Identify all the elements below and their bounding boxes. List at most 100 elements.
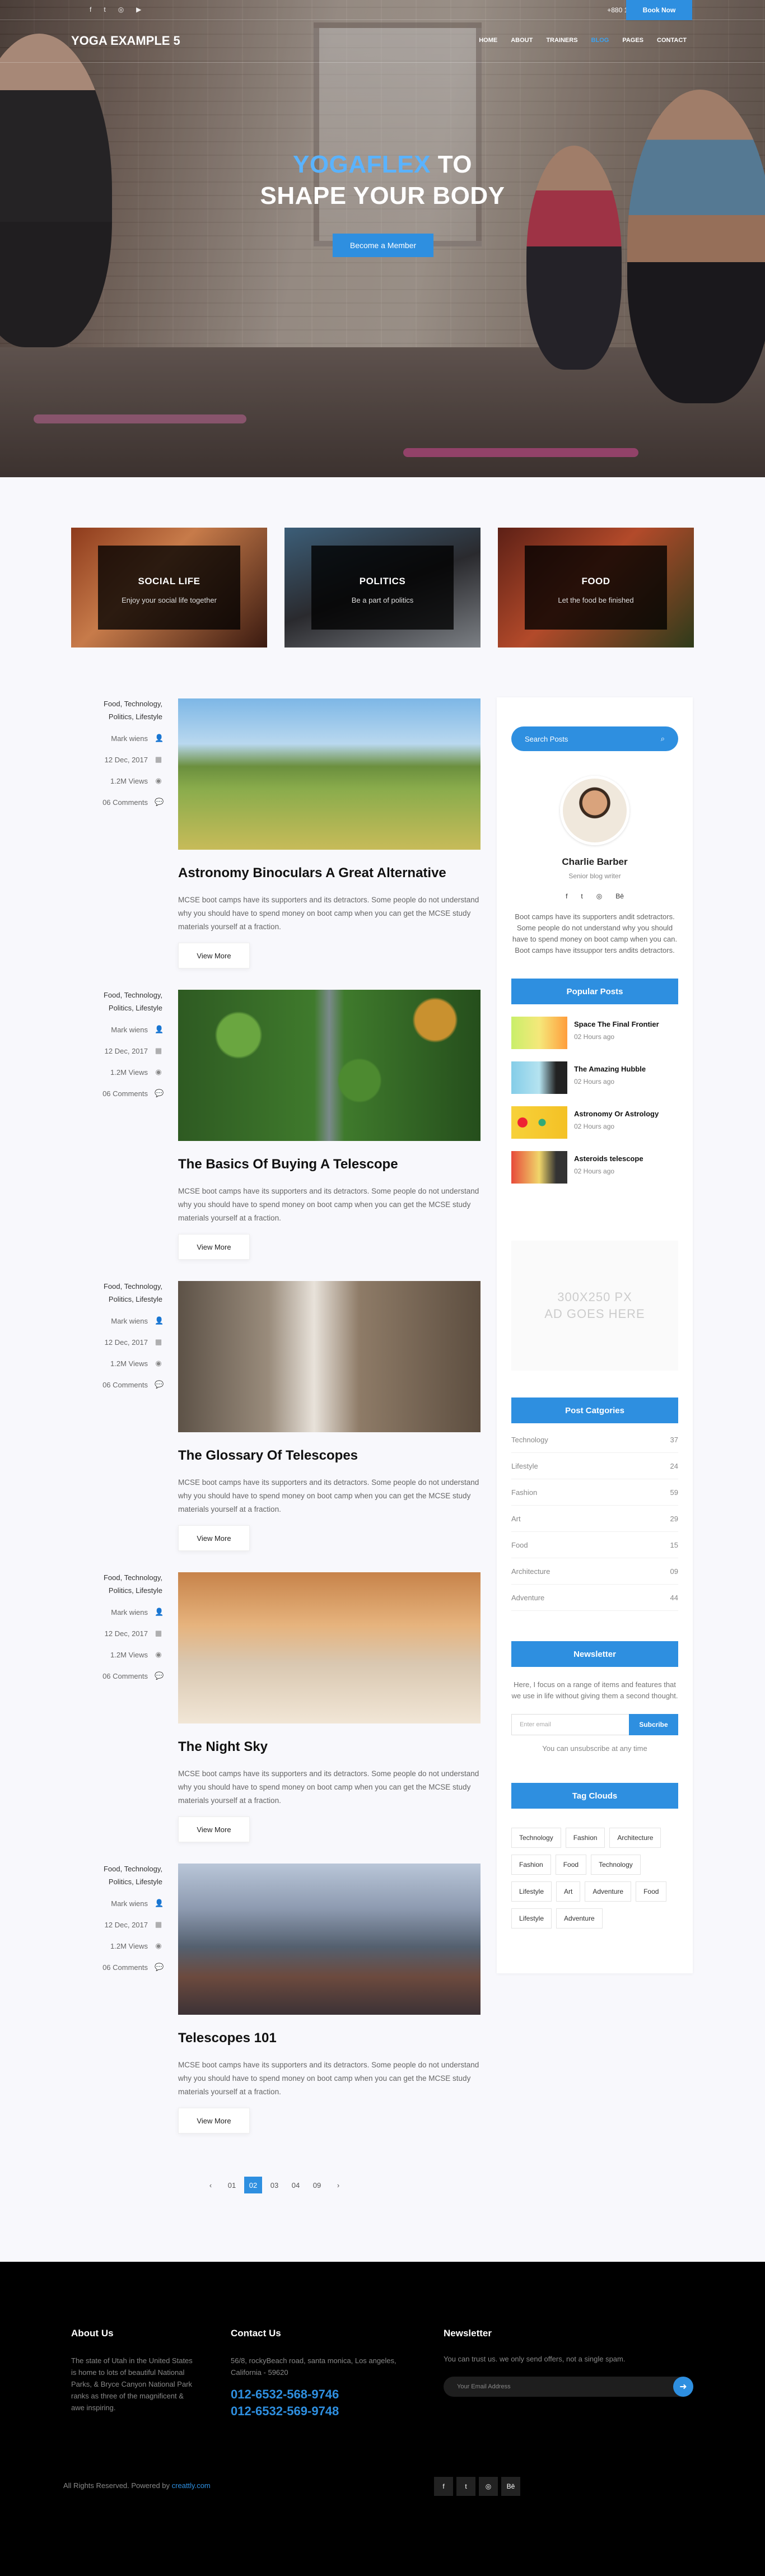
- popular-post-thumb[interactable]: [511, 1106, 567, 1139]
- post-title[interactable]: The Basics Of Buying A Telescope: [178, 1157, 398, 1172]
- pagination-page-active[interactable]: 02: [244, 2177, 262, 2193]
- post-image[interactable]: [178, 990, 481, 1141]
- view-more-button[interactable]: View More: [178, 943, 250, 968]
- post-title[interactable]: Telescopes 101: [178, 2030, 277, 2046]
- arrow-right-icon[interactable]: ➜: [673, 2377, 693, 2397]
- nav-trainers[interactable]: TRAINERS: [539, 37, 584, 44]
- facebook-icon[interactable]: f: [566, 892, 567, 900]
- category-card-social-life[interactable]: SOCIAL LIFE Enjoy your social life toget…: [71, 528, 267, 648]
- popular-post-title[interactable]: Asteroids telescope: [574, 1154, 643, 1163]
- nav-contact[interactable]: CONTACT: [650, 37, 693, 44]
- post-tags[interactable]: Food, Technology, Politics, Lifestyle: [95, 1862, 162, 1888]
- post-tags[interactable]: Food, Technology, Politics, Lifestyle: [95, 989, 162, 1014]
- post-comments[interactable]: 06 Comments: [102, 1672, 148, 1680]
- tag[interactable]: Fashion: [511, 1855, 551, 1875]
- view-more-button[interactable]: View More: [178, 1525, 250, 1551]
- twitter-icon[interactable]: t: [104, 6, 105, 13]
- post-image[interactable]: [178, 1281, 481, 1432]
- pagination-prev-icon[interactable]: ‹: [202, 2177, 220, 2193]
- copyright-brand-link[interactable]: creattly.com: [172, 2481, 211, 2490]
- instagram-icon[interactable]: ◎: [118, 6, 124, 13]
- pagination-page[interactable]: 03: [265, 2177, 283, 2193]
- popular-post-thumb[interactable]: [511, 1151, 567, 1184]
- nav-pages[interactable]: PAGES: [615, 37, 650, 44]
- behance-icon[interactable]: Bē: [501, 2477, 520, 2496]
- category-link[interactable]: Food 15: [511, 1532, 678, 1558]
- dribbble-icon[interactable]: ◎: [479, 2477, 498, 2496]
- popular-post-title[interactable]: Space The Final Frontier: [574, 1020, 659, 1028]
- tag[interactable]: Art: [556, 1881, 581, 1902]
- vimeo-icon[interactable]: ▶: [136, 6, 141, 13]
- post-image[interactable]: [178, 1864, 481, 2015]
- ad-placeholder[interactable]: 300X250 PX AD GOES HERE: [511, 1241, 678, 1371]
- book-now-button[interactable]: Book Now: [626, 0, 692, 20]
- twitter-icon[interactable]: t: [581, 892, 582, 900]
- post-author[interactable]: Mark wiens: [111, 1317, 148, 1325]
- popular-post-item[interactable]: Space The Final Frontier 02 Hours ago: [511, 1017, 678, 1049]
- tag[interactable]: Food: [636, 1881, 667, 1902]
- search-input[interactable]: Search Posts ⌕: [511, 726, 678, 751]
- tag[interactable]: Technology: [511, 1828, 561, 1848]
- footer-phone[interactable]: 012-6532-568-9746: [231, 2386, 416, 2403]
- post-author[interactable]: Mark wiens: [111, 1608, 148, 1617]
- post-author[interactable]: Mark wiens: [111, 1026, 148, 1034]
- nav-home[interactable]: HOME: [472, 37, 504, 44]
- tag[interactable]: Lifestyle: [511, 1908, 552, 1928]
- post-author[interactable]: Mark wiens: [111, 1899, 148, 1908]
- pagination-page[interactable]: 09: [308, 2177, 326, 2193]
- post-title[interactable]: Astronomy Binoculars A Great Alternative: [178, 865, 446, 881]
- category-link[interactable]: Fashion 59: [511, 1479, 678, 1506]
- post-title[interactable]: The Glossary Of Telescopes: [178, 1448, 358, 1464]
- category-link[interactable]: Technology 37: [511, 1427, 678, 1453]
- search-icon[interactable]: ⌕: [661, 734, 665, 743]
- pagination-page[interactable]: 04: [287, 2177, 305, 2193]
- nav-blog[interactable]: BLOG: [585, 37, 616, 44]
- popular-post-item[interactable]: The Amazing Hubble 02 Hours ago: [511, 1061, 678, 1094]
- popular-post-thumb[interactable]: [511, 1017, 567, 1049]
- view-more-button[interactable]: View More: [178, 1816, 250, 1842]
- category-card-politics[interactable]: POLITICS Be a part of politics: [284, 528, 481, 648]
- tag[interactable]: Food: [555, 1855, 587, 1875]
- tag[interactable]: Fashion: [565, 1828, 605, 1848]
- post-tags[interactable]: Food, Technology, Politics, Lifestyle: [95, 1571, 162, 1597]
- post-image[interactable]: [178, 1572, 481, 1723]
- popular-post-thumb[interactable]: [511, 1061, 567, 1094]
- twitter-icon[interactable]: t: [456, 2477, 475, 2496]
- category-link[interactable]: Art 29: [511, 1506, 678, 1532]
- popular-post-item[interactable]: Astronomy Or Astrology 02 Hours ago: [511, 1106, 678, 1139]
- facebook-icon[interactable]: f: [90, 6, 91, 13]
- view-more-button[interactable]: View More: [178, 2108, 250, 2134]
- footer-phone[interactable]: 012-6532-569-9748: [231, 2403, 416, 2420]
- facebook-icon[interactable]: f: [434, 2477, 453, 2496]
- category-link[interactable]: Lifestyle 24: [511, 1453, 678, 1479]
- popular-post-title[interactable]: Astronomy Or Astrology: [574, 1110, 659, 1118]
- tag[interactable]: Adventure: [585, 1881, 632, 1902]
- newsletter-email-input[interactable]: Enter email: [511, 1714, 629, 1735]
- post-image[interactable]: [178, 698, 481, 850]
- post-title[interactable]: The Night Sky: [178, 1739, 268, 1755]
- category-link[interactable]: Architecture 09: [511, 1558, 678, 1585]
- pagination-next-icon[interactable]: ›: [329, 2177, 347, 2193]
- footer-email-input[interactable]: Your Email Address: [457, 2383, 511, 2390]
- view-more-button[interactable]: View More: [178, 1234, 250, 1260]
- tag[interactable]: Lifestyle: [511, 1881, 552, 1902]
- nav-about[interactable]: ABOUT: [504, 37, 539, 44]
- behance-icon[interactable]: Bē: [615, 892, 624, 900]
- post-comments[interactable]: 06 Comments: [102, 1381, 148, 1389]
- post-comments[interactable]: 06 Comments: [102, 798, 148, 807]
- site-logo[interactable]: YOGA EXAMPLE 5: [71, 34, 180, 48]
- pagination-page[interactable]: 01: [223, 2177, 241, 2193]
- become-member-button[interactable]: Become a Member: [333, 234, 433, 257]
- popular-post-item[interactable]: Asteroids telescope 02 Hours ago: [511, 1151, 678, 1184]
- tag[interactable]: Adventure: [556, 1908, 603, 1928]
- github-icon[interactable]: ◎: [596, 892, 602, 900]
- popular-post-title[interactable]: The Amazing Hubble: [574, 1065, 646, 1073]
- post-tags[interactable]: Food, Technology, Politics, Lifestyle: [95, 1280, 162, 1306]
- tag[interactable]: Architecture: [609, 1828, 661, 1848]
- post-tags[interactable]: Food, Technology, Politics, Lifestyle: [95, 697, 162, 723]
- category-card-food[interactable]: FOOD Let the food be finished: [498, 528, 694, 648]
- post-author[interactable]: Mark wiens: [111, 734, 148, 743]
- tag[interactable]: Technology: [591, 1855, 641, 1875]
- post-comments[interactable]: 06 Comments: [102, 1089, 148, 1098]
- post-comments[interactable]: 06 Comments: [102, 1963, 148, 1972]
